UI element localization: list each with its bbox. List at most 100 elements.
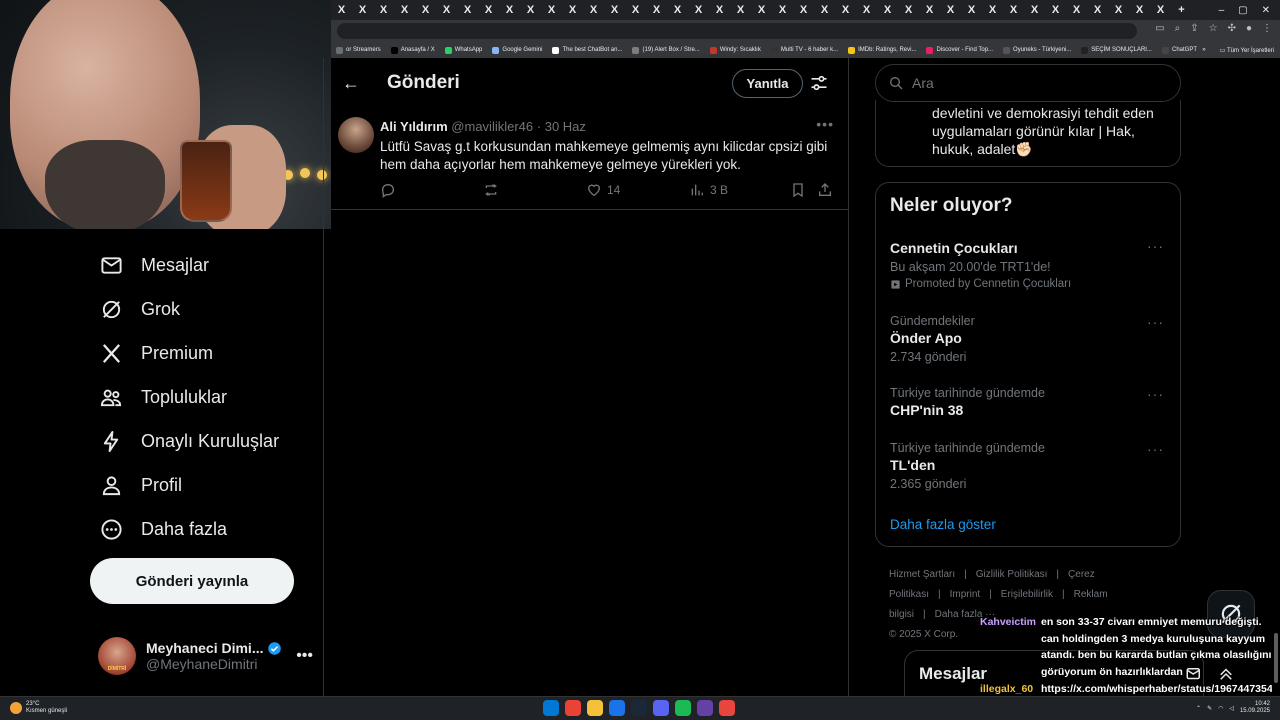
tweet[interactable]: Ali Yıldırım @mavilikler46 · 30 Haz ••• …: [331, 110, 848, 210]
like-action[interactable]: 14: [586, 182, 620, 198]
weather-widget[interactable]: 23°C Kısmen güneşli: [10, 701, 67, 715]
taskbar-app-icon[interactable]: [631, 700, 647, 716]
taskbar-app-icon[interactable]: [719, 700, 735, 716]
extensions-icon[interactable]: ✣: [1228, 23, 1236, 34]
taskbar-app-icon[interactable]: [609, 700, 625, 716]
clock[interactable]: 10:42 15.09.2025: [1240, 701, 1270, 715]
nav-item-verified-orgs[interactable]: Onaylı Kuruluşlar: [100, 426, 279, 456]
sliders-icon[interactable]: [809, 73, 829, 93]
bookmark-item[interactable]: WhatsApp: [440, 46, 488, 54]
share-icon[interactable]: ⇪: [1190, 23, 1198, 34]
bookmark-item[interactable]: Windy: Sıcaklık: [705, 46, 766, 54]
new-tab-icon[interactable]: +: [1171, 0, 1192, 20]
browser-tab[interactable]: X: [730, 0, 751, 20]
pen-icon[interactable]: ✎: [1207, 705, 1212, 712]
taskbar-app-icon[interactable]: [653, 700, 669, 716]
back-arrow-icon[interactable]: ←: [339, 71, 363, 95]
browser-tab[interactable]: X: [856, 0, 877, 20]
taskbar-app-icon[interactable]: [543, 700, 559, 716]
browser-tab[interactable]: X: [394, 0, 415, 20]
browser-tab[interactable]: X: [457, 0, 478, 20]
browser-tab[interactable]: X: [646, 0, 667, 20]
cast-icon[interactable]: ▭: [1155, 23, 1164, 34]
minimize-icon[interactable]: –: [1219, 5, 1225, 16]
browser-tab[interactable]: X: [877, 0, 898, 20]
nav-item-grok[interactable]: Grok: [100, 294, 180, 324]
browser-tab[interactable]: X: [1129, 0, 1150, 20]
bookmark-action[interactable]: [790, 182, 806, 198]
taskbar-app-icon[interactable]: [565, 700, 581, 716]
bookmark-item[interactable]: Multi TV - 6 haber k...: [766, 46, 843, 54]
browser-tab[interactable]: X: [940, 0, 961, 20]
trend-more-icon[interactable]: ···: [1147, 238, 1164, 254]
repost-action[interactable]: [483, 182, 499, 198]
browser-tab[interactable]: X: [961, 0, 982, 20]
browser-tab[interactable]: X: [709, 0, 730, 20]
browser-tab[interactable]: X: [688, 0, 709, 20]
bookmark-item[interactable]: (19) Alert Box / Stre...: [627, 46, 704, 54]
bookmark-item[interactable]: ChatGPT: [1157, 46, 1202, 54]
profile-icon[interactable]: ●: [1246, 23, 1252, 34]
trend-item[interactable]: Gündemdekiler Önder Apo 2.734 gönderi ··…: [890, 314, 1170, 364]
page-scrollbar[interactable]: [1272, 58, 1280, 696]
browser-tab[interactable]: X: [1150, 0, 1171, 20]
browser-tab[interactable]: X: [835, 0, 856, 20]
bookmark-item[interactable]: IMDb: Ratings, Revi...: [843, 46, 921, 54]
bookmark-item[interactable]: Anasayfa / X: [386, 46, 440, 54]
nav-item-more[interactable]: Daha fazla: [100, 514, 227, 544]
browser-tab[interactable]: X: [1066, 0, 1087, 20]
trend-more-icon[interactable]: ···: [1147, 386, 1164, 402]
nav-item-premium[interactable]: Premium: [100, 338, 213, 368]
footer-link[interactable]: Gizlilik Politikası: [976, 569, 1048, 580]
browser-tab[interactable]: X: [1045, 0, 1066, 20]
browser-tab[interactable]: X: [478, 0, 499, 20]
browser-tab[interactable]: X: [1087, 0, 1108, 20]
url-field[interactable]: [337, 23, 1137, 39]
browser-tab[interactable]: X: [982, 0, 1003, 20]
browser-tab[interactable]: X: [583, 0, 604, 20]
search-input[interactable]: [912, 75, 1152, 91]
reply-button[interactable]: Yanıtla: [732, 69, 803, 98]
nav-item-profile[interactable]: Profil: [100, 470, 182, 500]
bookmark-item[interactable]: Oyuneks - Türkiyeni...: [998, 46, 1076, 54]
speaker-icon[interactable]: ◁: [1229, 705, 1234, 712]
footer-link[interactable]: Erişilebilirlik: [1001, 589, 1053, 600]
show-more-link[interactable]: Daha fazla göster: [890, 517, 996, 532]
trend-more-icon[interactable]: ···: [1147, 314, 1164, 330]
trend-item-promoted[interactable]: Cennetin Çocukları Bu akşam 20.00'de TRT…: [890, 238, 1170, 290]
browser-tab[interactable]: X: [415, 0, 436, 20]
browser-tab[interactable]: X: [667, 0, 688, 20]
browser-tab[interactable]: X: [436, 0, 457, 20]
bookmark-item[interactable]: The best ChatBot an...: [547, 46, 627, 54]
browser-tab[interactable]: X: [520, 0, 541, 20]
menu-icon[interactable]: ⋮: [1262, 23, 1272, 34]
post-button[interactable]: Gönderi yayınla: [90, 558, 294, 604]
browser-tab[interactable]: X: [352, 0, 373, 20]
reply-action[interactable]: [380, 182, 396, 198]
browser-tab[interactable]: X: [751, 0, 772, 20]
tweet-date[interactable]: 30 Haz: [545, 119, 586, 134]
browser-tab[interactable]: X: [919, 0, 940, 20]
bookmark-item[interactable]: or Streamers: [331, 46, 386, 54]
browser-tab[interactable]: X: [898, 0, 919, 20]
star-icon[interactable]: ☆: [1209, 23, 1218, 34]
bookmark-item[interactable]: Google Gemini: [487, 46, 547, 54]
taskbar-app-icon[interactable]: [675, 700, 691, 716]
browser-tab[interactable]: X: [1003, 0, 1024, 20]
taskbar-app-icon[interactable]: [587, 700, 603, 716]
browser-tab[interactable]: X: [541, 0, 562, 20]
bookmark-item[interactable]: Discover - Find Top...: [921, 46, 998, 54]
all-bookmarks-folder[interactable]: ▭ Tüm Yer İşaretleri: [1220, 47, 1274, 54]
account-more-icon[interactable]: •••: [296, 647, 313, 665]
browser-tab[interactable]: X: [793, 0, 814, 20]
zoom-icon[interactable]: ⌕: [1175, 23, 1181, 34]
tweet-author-name[interactable]: Ali Yıldırım: [380, 119, 448, 134]
maximize-icon[interactable]: ▢: [1238, 5, 1247, 16]
share-action[interactable]: [817, 182, 833, 198]
footer-link[interactable]: Imprint: [950, 589, 981, 600]
tweet-more-icon[interactable]: •••: [816, 116, 834, 132]
wifi-icon[interactable]: ◠: [1218, 705, 1223, 712]
footer-link[interactable]: Hizmet Şartları: [889, 569, 955, 580]
views-action[interactable]: 3 B: [689, 182, 728, 198]
tweet-author-handle[interactable]: @mavilikler46: [451, 119, 533, 134]
